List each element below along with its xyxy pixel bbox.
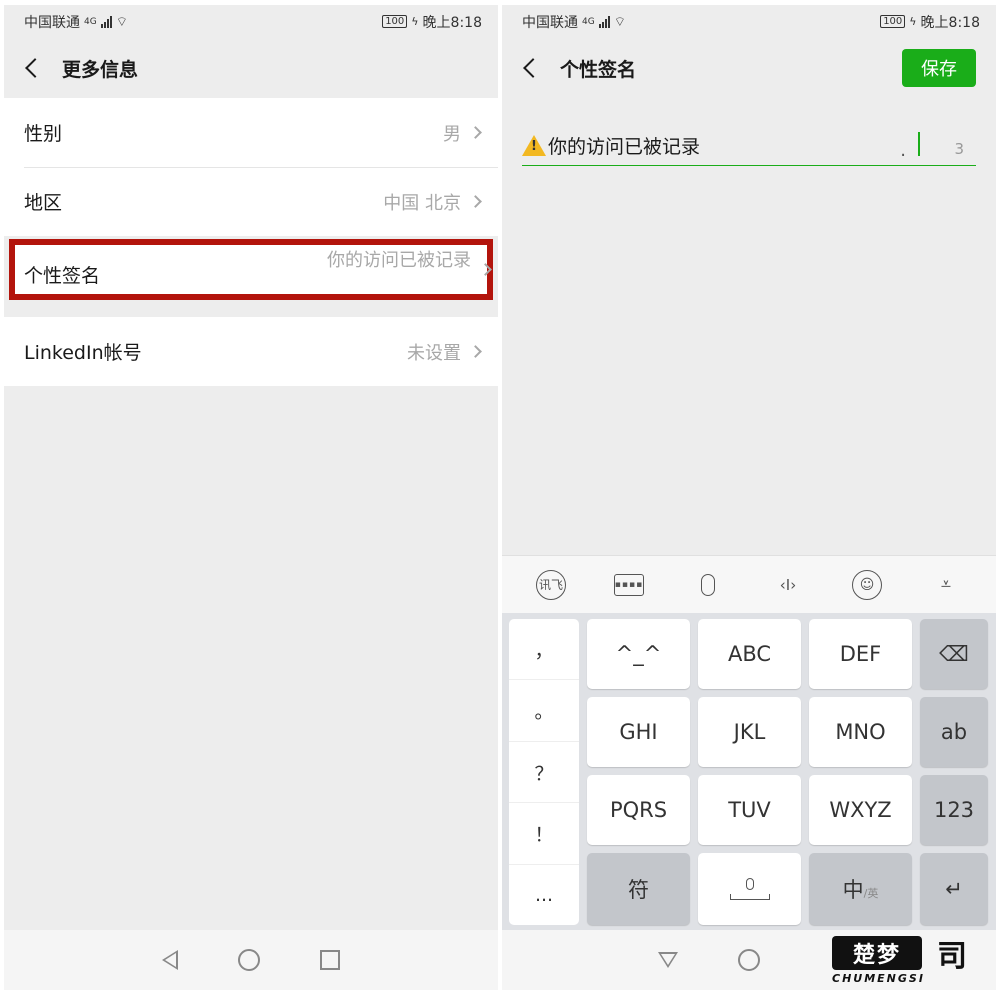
system-nav-bar	[4, 930, 498, 990]
watermark-text: CHUMENGSI	[832, 972, 925, 985]
page-title: 个性签名	[560, 58, 637, 81]
mic-icon	[745, 878, 754, 890]
key-6[interactable]: MNO	[809, 697, 912, 767]
hide-keyboard-nav-icon[interactable]	[658, 952, 678, 968]
language-key-label: 中	[842, 878, 864, 902]
row-label: 性别	[24, 123, 63, 145]
signal-icon	[100, 15, 112, 28]
signal-icon	[598, 15, 610, 28]
back-icon[interactable]	[523, 58, 543, 78]
time-label: 晚上8:18	[422, 14, 482, 31]
mic-icon[interactable]	[692, 569, 724, 601]
symbol-key[interactable]: 符	[587, 853, 690, 925]
row-value: 中国 北京	[383, 192, 461, 214]
space-key[interactable]	[698, 853, 801, 925]
key-2[interactable]: ABC	[698, 619, 801, 689]
back-icon[interactable]	[25, 58, 45, 78]
row-label: 个性签名	[24, 265, 101, 287]
row-value: 你的访问已被记录	[327, 249, 471, 271]
key-period[interactable]: 。	[509, 680, 579, 742]
warning-emoji-icon	[522, 135, 546, 156]
wifi-icon: ⌔	[115, 14, 128, 30]
row-value: 男	[443, 123, 461, 145]
battery-icon: 100	[880, 15, 906, 28]
key-4[interactable]: GHI	[587, 697, 690, 767]
space-bar-icon	[729, 894, 770, 900]
row-linkedin[interactable]: LinkedIn帐号 未设置	[4, 317, 498, 386]
key-5[interactable]: JKL	[698, 697, 801, 767]
section-gap	[4, 299, 498, 317]
ifly-icon[interactable]: 讯飞	[536, 569, 566, 600]
chevron-right-icon	[479, 263, 492, 276]
chevron-right-icon	[469, 126, 482, 139]
info-list: 性别 男 地区 中国 北京	[4, 98, 498, 236]
language-key-sub: /英	[863, 887, 879, 900]
number-key[interactable]: 123	[920, 775, 988, 845]
t9-keyboard: ， 。 ？ ！ ... ^_^ ABC DEF ⌫ GHI JKL MNO ab…	[502, 613, 996, 933]
carrier-label: 中国联通	[522, 14, 578, 31]
delete-key[interactable]: ⌫	[920, 619, 988, 689]
key-8[interactable]: TUV	[698, 775, 801, 845]
watermark: 楚梦 司 CHUMENGSI	[820, 932, 990, 988]
carrier-label: 中国联通	[24, 14, 80, 31]
row-signature[interactable]: 个性签名 你的访问已被记录	[9, 239, 493, 300]
row-region[interactable]: 地区 中国 北京	[4, 167, 498, 236]
battery-icon: 100	[382, 15, 408, 28]
chevron-right-icon	[469, 345, 482, 358]
save-button[interactable]: 保存	[902, 49, 976, 87]
wifi-icon: ⌔	[613, 14, 626, 30]
back-nav-icon[interactable]	[162, 950, 178, 970]
recents-nav-icon[interactable]	[320, 950, 340, 970]
network-label: 4G	[582, 16, 595, 27]
charging-icon: ϟ	[411, 15, 419, 28]
key-question[interactable]: ？	[509, 742, 579, 804]
key-3[interactable]: DEF	[809, 619, 912, 689]
watermark-logo-2: 司	[937, 939, 967, 974]
key-comma[interactable]: ，	[509, 619, 579, 681]
row-gender[interactable]: 性别 男	[4, 98, 498, 167]
ab-key[interactable]: ab	[920, 697, 988, 767]
hide-keyboard-icon[interactable]: ⩡	[930, 569, 962, 601]
key-ellipsis[interactable]: ...	[509, 865, 579, 925]
cursor-move-icon[interactable]: ‹I›	[772, 569, 804, 601]
signature-input-text: 你的访问已被记录	[548, 136, 701, 158]
time-label: 晚上8:18	[920, 14, 980, 31]
status-bar: 中国联通 4G ⌔ 100 ϟ 晚上8:18	[4, 5, 498, 38]
row-label: LinkedIn帐号	[24, 342, 142, 364]
network-label: 4G	[84, 16, 97, 27]
row-value: 未设置	[407, 342, 461, 364]
key-9[interactable]: WXYZ	[809, 775, 912, 845]
char-count: 3	[954, 140, 964, 158]
signature-edit-screen: 中国联通 4G ⌔ 100 ϟ 晚上8:18 个性签名 保存 你的访问已被记录 …	[502, 5, 996, 990]
key-7[interactable]: PQRS	[587, 775, 690, 845]
nav-bar: 个性签名 保存	[502, 38, 996, 98]
page-title: 更多信息	[62, 58, 139, 81]
watermark-logo: 楚梦	[832, 936, 922, 970]
signature-input[interactable]: 你的访问已被记录 . 3	[522, 126, 976, 166]
emoji-icon[interactable]: ☺	[852, 569, 882, 600]
chevron-right-icon	[469, 195, 482, 208]
keyboard-toolbar: 讯飞 ▪▪▪▪ ‹I› ☺ ⩡	[502, 555, 996, 613]
home-nav-icon[interactable]	[238, 949, 260, 971]
text-cursor	[918, 132, 920, 156]
status-bar: 中国联通 4G ⌔ 100 ϟ 晚上8:18	[502, 5, 996, 38]
nav-bar: 更多信息	[4, 38, 498, 98]
row-label: 地区	[24, 192, 63, 214]
language-key[interactable]: 中/英	[809, 853, 912, 925]
key-1[interactable]: ^_^	[587, 619, 690, 689]
home-nav-icon[interactable]	[738, 949, 760, 971]
enter-key[interactable]: ↵	[920, 853, 988, 925]
keyboard-icon[interactable]: ▪▪▪▪	[614, 573, 644, 596]
punctuation-column: ， 。 ？ ！ ...	[509, 619, 579, 925]
key-exclaim[interactable]: ！	[509, 803, 579, 865]
charging-icon: ϟ	[909, 15, 917, 28]
more-info-screen: 中国联通 4G ⌔ 100 ϟ 晚上8:18 更多信息 性别 男 地区 中国 北…	[4, 5, 498, 990]
input-dot: .	[900, 140, 906, 161]
